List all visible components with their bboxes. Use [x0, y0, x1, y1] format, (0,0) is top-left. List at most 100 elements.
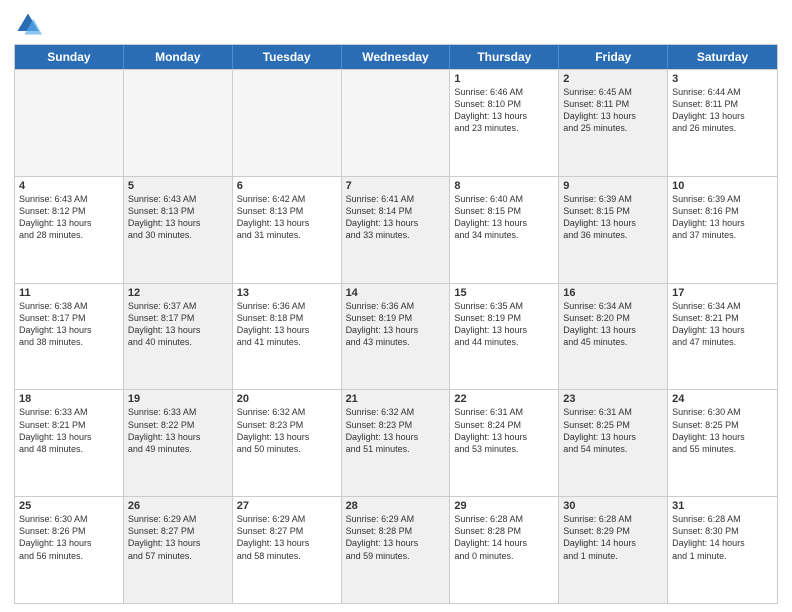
day-info: Sunrise: 6:45 AM Sunset: 8:11 PM Dayligh…	[563, 86, 663, 135]
calendar-cell: 6Sunrise: 6:42 AM Sunset: 8:13 PM Daylig…	[233, 177, 342, 283]
day-info: Sunrise: 6:30 AM Sunset: 8:25 PM Dayligh…	[672, 406, 773, 455]
calendar-cell: 7Sunrise: 6:41 AM Sunset: 8:14 PM Daylig…	[342, 177, 451, 283]
calendar-header-saturday: Saturday	[668, 45, 777, 69]
day-info: Sunrise: 6:29 AM Sunset: 8:27 PM Dayligh…	[128, 513, 228, 562]
day-info: Sunrise: 6:37 AM Sunset: 8:17 PM Dayligh…	[128, 300, 228, 349]
day-number: 31	[672, 500, 773, 512]
calendar-cell: 1Sunrise: 6:46 AM Sunset: 8:10 PM Daylig…	[450, 70, 559, 176]
calendar-cell: 21Sunrise: 6:32 AM Sunset: 8:23 PM Dayli…	[342, 390, 451, 496]
calendar-cell: 28Sunrise: 6:29 AM Sunset: 8:28 PM Dayli…	[342, 497, 451, 603]
day-number: 9	[563, 180, 663, 192]
day-info: Sunrise: 6:36 AM Sunset: 8:19 PM Dayligh…	[346, 300, 446, 349]
calendar-cell: 11Sunrise: 6:38 AM Sunset: 8:17 PM Dayli…	[15, 284, 124, 390]
calendar-cell: 29Sunrise: 6:28 AM Sunset: 8:28 PM Dayli…	[450, 497, 559, 603]
day-number: 27	[237, 500, 337, 512]
calendar-cell: 2Sunrise: 6:45 AM Sunset: 8:11 PM Daylig…	[559, 70, 668, 176]
calendar-cell: 3Sunrise: 6:44 AM Sunset: 8:11 PM Daylig…	[668, 70, 777, 176]
day-info: Sunrise: 6:28 AM Sunset: 8:30 PM Dayligh…	[672, 513, 773, 562]
day-info: Sunrise: 6:33 AM Sunset: 8:22 PM Dayligh…	[128, 406, 228, 455]
calendar-cell	[233, 70, 342, 176]
calendar-cell: 13Sunrise: 6:36 AM Sunset: 8:18 PM Dayli…	[233, 284, 342, 390]
calendar-cell: 17Sunrise: 6:34 AM Sunset: 8:21 PM Dayli…	[668, 284, 777, 390]
day-info: Sunrise: 6:31 AM Sunset: 8:24 PM Dayligh…	[454, 406, 554, 455]
calendar-cell: 20Sunrise: 6:32 AM Sunset: 8:23 PM Dayli…	[233, 390, 342, 496]
calendar: SundayMondayTuesdayWednesdayThursdayFrid…	[14, 44, 778, 604]
calendar-row-4: 18Sunrise: 6:33 AM Sunset: 8:21 PM Dayli…	[15, 389, 777, 496]
calendar-cell: 19Sunrise: 6:33 AM Sunset: 8:22 PM Dayli…	[124, 390, 233, 496]
day-number: 2	[563, 73, 663, 85]
day-info: Sunrise: 6:46 AM Sunset: 8:10 PM Dayligh…	[454, 86, 554, 135]
calendar-cell: 16Sunrise: 6:34 AM Sunset: 8:20 PM Dayli…	[559, 284, 668, 390]
calendar-body: 1Sunrise: 6:46 AM Sunset: 8:10 PM Daylig…	[15, 69, 777, 603]
day-info: Sunrise: 6:43 AM Sunset: 8:13 PM Dayligh…	[128, 193, 228, 242]
calendar-cell: 4Sunrise: 6:43 AM Sunset: 8:12 PM Daylig…	[15, 177, 124, 283]
day-info: Sunrise: 6:30 AM Sunset: 8:26 PM Dayligh…	[19, 513, 119, 562]
day-number: 6	[237, 180, 337, 192]
day-info: Sunrise: 6:43 AM Sunset: 8:12 PM Dayligh…	[19, 193, 119, 242]
calendar-cell: 25Sunrise: 6:30 AM Sunset: 8:26 PM Dayli…	[15, 497, 124, 603]
day-number: 16	[563, 287, 663, 299]
day-number: 22	[454, 393, 554, 405]
calendar-cell	[124, 70, 233, 176]
day-number: 7	[346, 180, 446, 192]
calendar-cell: 8Sunrise: 6:40 AM Sunset: 8:15 PM Daylig…	[450, 177, 559, 283]
day-number: 20	[237, 393, 337, 405]
logo-icon	[14, 10, 42, 38]
day-number: 19	[128, 393, 228, 405]
calendar-cell: 12Sunrise: 6:37 AM Sunset: 8:17 PM Dayli…	[124, 284, 233, 390]
day-number: 14	[346, 287, 446, 299]
day-info: Sunrise: 6:32 AM Sunset: 8:23 PM Dayligh…	[346, 406, 446, 455]
day-number: 24	[672, 393, 773, 405]
calendar-header-tuesday: Tuesday	[233, 45, 342, 69]
day-info: Sunrise: 6:28 AM Sunset: 8:28 PM Dayligh…	[454, 513, 554, 562]
day-info: Sunrise: 6:39 AM Sunset: 8:16 PM Dayligh…	[672, 193, 773, 242]
day-info: Sunrise: 6:41 AM Sunset: 8:14 PM Dayligh…	[346, 193, 446, 242]
calendar-cell: 26Sunrise: 6:29 AM Sunset: 8:27 PM Dayli…	[124, 497, 233, 603]
calendar-header-thursday: Thursday	[450, 45, 559, 69]
logo	[14, 10, 46, 38]
page: SundayMondayTuesdayWednesdayThursdayFrid…	[0, 0, 792, 612]
day-info: Sunrise: 6:35 AM Sunset: 8:19 PM Dayligh…	[454, 300, 554, 349]
calendar-header-friday: Friday	[559, 45, 668, 69]
day-number: 29	[454, 500, 554, 512]
calendar-cell: 18Sunrise: 6:33 AM Sunset: 8:21 PM Dayli…	[15, 390, 124, 496]
calendar-row-2: 4Sunrise: 6:43 AM Sunset: 8:12 PM Daylig…	[15, 176, 777, 283]
calendar-cell	[342, 70, 451, 176]
day-number: 11	[19, 287, 119, 299]
day-info: Sunrise: 6:36 AM Sunset: 8:18 PM Dayligh…	[237, 300, 337, 349]
calendar-row-1: 1Sunrise: 6:46 AM Sunset: 8:10 PM Daylig…	[15, 69, 777, 176]
calendar-cell: 5Sunrise: 6:43 AM Sunset: 8:13 PM Daylig…	[124, 177, 233, 283]
day-number: 30	[563, 500, 663, 512]
calendar-cell: 24Sunrise: 6:30 AM Sunset: 8:25 PM Dayli…	[668, 390, 777, 496]
day-info: Sunrise: 6:29 AM Sunset: 8:28 PM Dayligh…	[346, 513, 446, 562]
calendar-cell: 22Sunrise: 6:31 AM Sunset: 8:24 PM Dayli…	[450, 390, 559, 496]
day-info: Sunrise: 6:33 AM Sunset: 8:21 PM Dayligh…	[19, 406, 119, 455]
day-info: Sunrise: 6:40 AM Sunset: 8:15 PM Dayligh…	[454, 193, 554, 242]
calendar-header-monday: Monday	[124, 45, 233, 69]
day-number: 15	[454, 287, 554, 299]
day-info: Sunrise: 6:32 AM Sunset: 8:23 PM Dayligh…	[237, 406, 337, 455]
day-number: 21	[346, 393, 446, 405]
day-info: Sunrise: 6:39 AM Sunset: 8:15 PM Dayligh…	[563, 193, 663, 242]
day-number: 25	[19, 500, 119, 512]
day-number: 3	[672, 73, 773, 85]
calendar-cell: 23Sunrise: 6:31 AM Sunset: 8:25 PM Dayli…	[559, 390, 668, 496]
calendar-cell: 27Sunrise: 6:29 AM Sunset: 8:27 PM Dayli…	[233, 497, 342, 603]
day-number: 26	[128, 500, 228, 512]
day-number: 18	[19, 393, 119, 405]
calendar-cell: 14Sunrise: 6:36 AM Sunset: 8:19 PM Dayli…	[342, 284, 451, 390]
day-number: 23	[563, 393, 663, 405]
calendar-cell: 10Sunrise: 6:39 AM Sunset: 8:16 PM Dayli…	[668, 177, 777, 283]
day-number: 4	[19, 180, 119, 192]
day-number: 1	[454, 73, 554, 85]
day-info: Sunrise: 6:38 AM Sunset: 8:17 PM Dayligh…	[19, 300, 119, 349]
day-info: Sunrise: 6:34 AM Sunset: 8:20 PM Dayligh…	[563, 300, 663, 349]
calendar-header-sunday: Sunday	[15, 45, 124, 69]
calendar-row-5: 25Sunrise: 6:30 AM Sunset: 8:26 PM Dayli…	[15, 496, 777, 603]
calendar-cell: 9Sunrise: 6:39 AM Sunset: 8:15 PM Daylig…	[559, 177, 668, 283]
day-number: 17	[672, 287, 773, 299]
calendar-header-wednesday: Wednesday	[342, 45, 451, 69]
header	[14, 10, 778, 38]
day-number: 5	[128, 180, 228, 192]
day-number: 10	[672, 180, 773, 192]
